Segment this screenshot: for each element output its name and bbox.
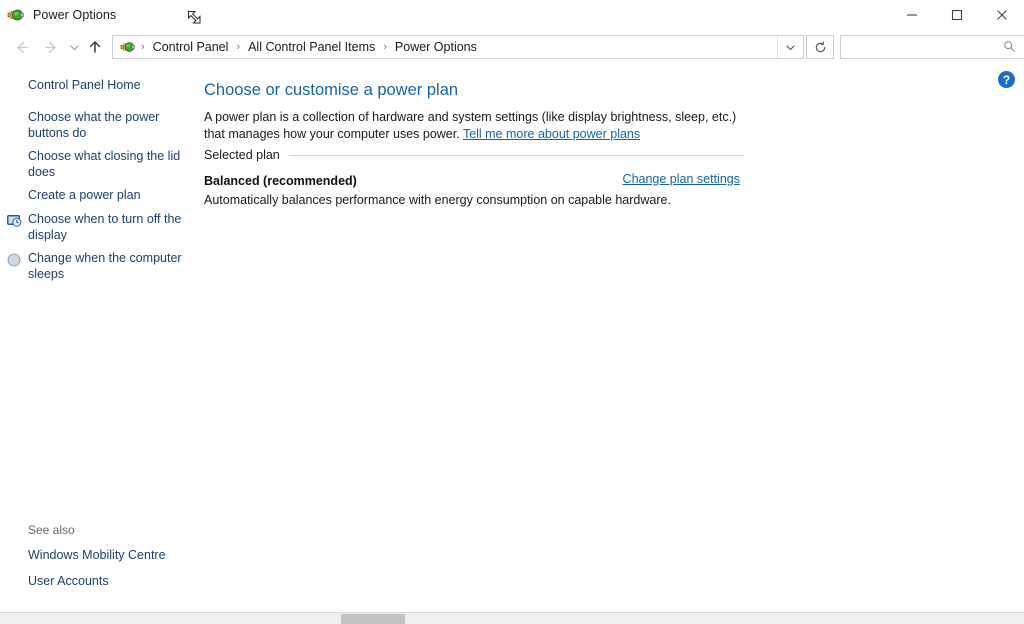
main-pane: ? Choose or customise a power plan A pow…	[196, 64, 1024, 612]
forward-button[interactable]	[36, 32, 66, 62]
sidebar-item-power-buttons[interactable]: Choose what the power buttons do	[0, 110, 196, 141]
help-icon[interactable]: ?	[998, 71, 1015, 88]
navigation-bar: › Control Panel › All Control Panel Item…	[0, 30, 1024, 64]
section-label: Selected plan	[204, 148, 280, 162]
sidebar-item-label: Change when the computer sleeps	[28, 251, 182, 281]
breadcrumb-separator: ›	[236, 41, 241, 53]
breadcrumb-separator: ›	[383, 41, 387, 53]
breadcrumb-item-all-control-panel-items[interactable]: All Control Panel Items	[245, 36, 378, 58]
minimize-button[interactable]	[889, 0, 934, 30]
up-button[interactable]	[82, 32, 108, 62]
sidebar-item-computer-sleeps[interactable]: Change when the computer sleeps	[0, 251, 196, 282]
sidebar-item-label: Create a power plan	[28, 188, 141, 202]
breadcrumb-item-power-options[interactable]: Power Options	[392, 36, 480, 58]
recent-locations-button[interactable]	[66, 32, 82, 62]
page-description: A power plan is a collection of hardware…	[204, 109, 744, 143]
breadcrumb-item-control-panel[interactable]: Control Panel	[150, 36, 232, 58]
maximize-button[interactable]	[934, 0, 979, 30]
chevron-down-icon[interactable]	[777, 36, 803, 58]
plan-description: Automatically balances performance with …	[204, 193, 671, 207]
see-also-item-user-accounts[interactable]: User Accounts	[0, 572, 196, 590]
sidebar-item-closing-lid[interactable]: Choose what closing the lid does	[0, 149, 196, 180]
see-also-title: See also	[28, 523, 75, 537]
sidebar: Control Panel Home Choose what the power…	[0, 64, 196, 612]
power-plug-icon	[7, 6, 25, 24]
sidebar-item-create-power-plan[interactable]: Create a power plan	[0, 188, 196, 204]
search-icon	[1003, 40, 1016, 58]
page-title: Choose or customise a power plan	[204, 81, 459, 99]
power-options-window: Power Options › Control Panel › All Cont…	[0, 0, 1024, 624]
section-divider	[288, 154, 744, 156]
search-input[interactable]	[847, 36, 1002, 58]
see-also-item-label: User Accounts	[28, 574, 109, 588]
see-also-item-windows-mobility-centre[interactable]: Windows Mobility Centre	[0, 546, 196, 564]
selected-plan-header: Selected plan	[204, 148, 744, 162]
selected-plan-row: Balanced (recommended) Change plan setti…	[204, 172, 740, 190]
scrollbar-thumb[interactable]	[341, 614, 405, 624]
tell-me-more-link[interactable]: Tell me more about power plans	[463, 127, 640, 141]
sidebar-item-label: Choose what the power buttons do	[28, 110, 160, 140]
sidebar-item-label: Choose what closing the lid does	[28, 149, 181, 179]
change-plan-settings-link[interactable]: Change plan settings	[623, 172, 740, 186]
sidebar-item-control-panel-home[interactable]: Control Panel Home	[28, 78, 141, 92]
breadcrumb-power-icon	[120, 39, 136, 55]
window-controls	[889, 0, 1024, 30]
refresh-button[interactable]	[806, 35, 834, 59]
breadcrumb-separator: ›	[141, 41, 145, 53]
sidebar-item-label: Choose when to turn off the display	[28, 212, 182, 242]
sidebar-item-turn-off-display[interactable]: Choose when to turn off the display	[0, 212, 196, 243]
see-also-section: See also Windows Mobility Centre User Ac…	[0, 523, 196, 598]
address-bar[interactable]: › Control Panel › All Control Panel Item…	[112, 35, 804, 59]
close-button[interactable]	[979, 0, 1024, 30]
sidebar-task-list: Choose what the power buttons do Choose …	[0, 110, 196, 290]
title-bar: Power Options	[0, 0, 1024, 30]
display-clock-icon	[6, 213, 22, 229]
search-box[interactable]	[840, 35, 1024, 59]
content-area: Control Panel Home Choose what the power…	[0, 64, 1024, 612]
sleep-moon-icon	[6, 252, 22, 268]
window-title: Power Options	[33, 8, 117, 22]
plan-name: Balanced (recommended)	[204, 174, 357, 188]
see-also-item-label: Windows Mobility Centre	[28, 548, 166, 562]
horizontal-scrollbar[interactable]	[0, 612, 1024, 624]
back-button[interactable]	[6, 32, 36, 62]
